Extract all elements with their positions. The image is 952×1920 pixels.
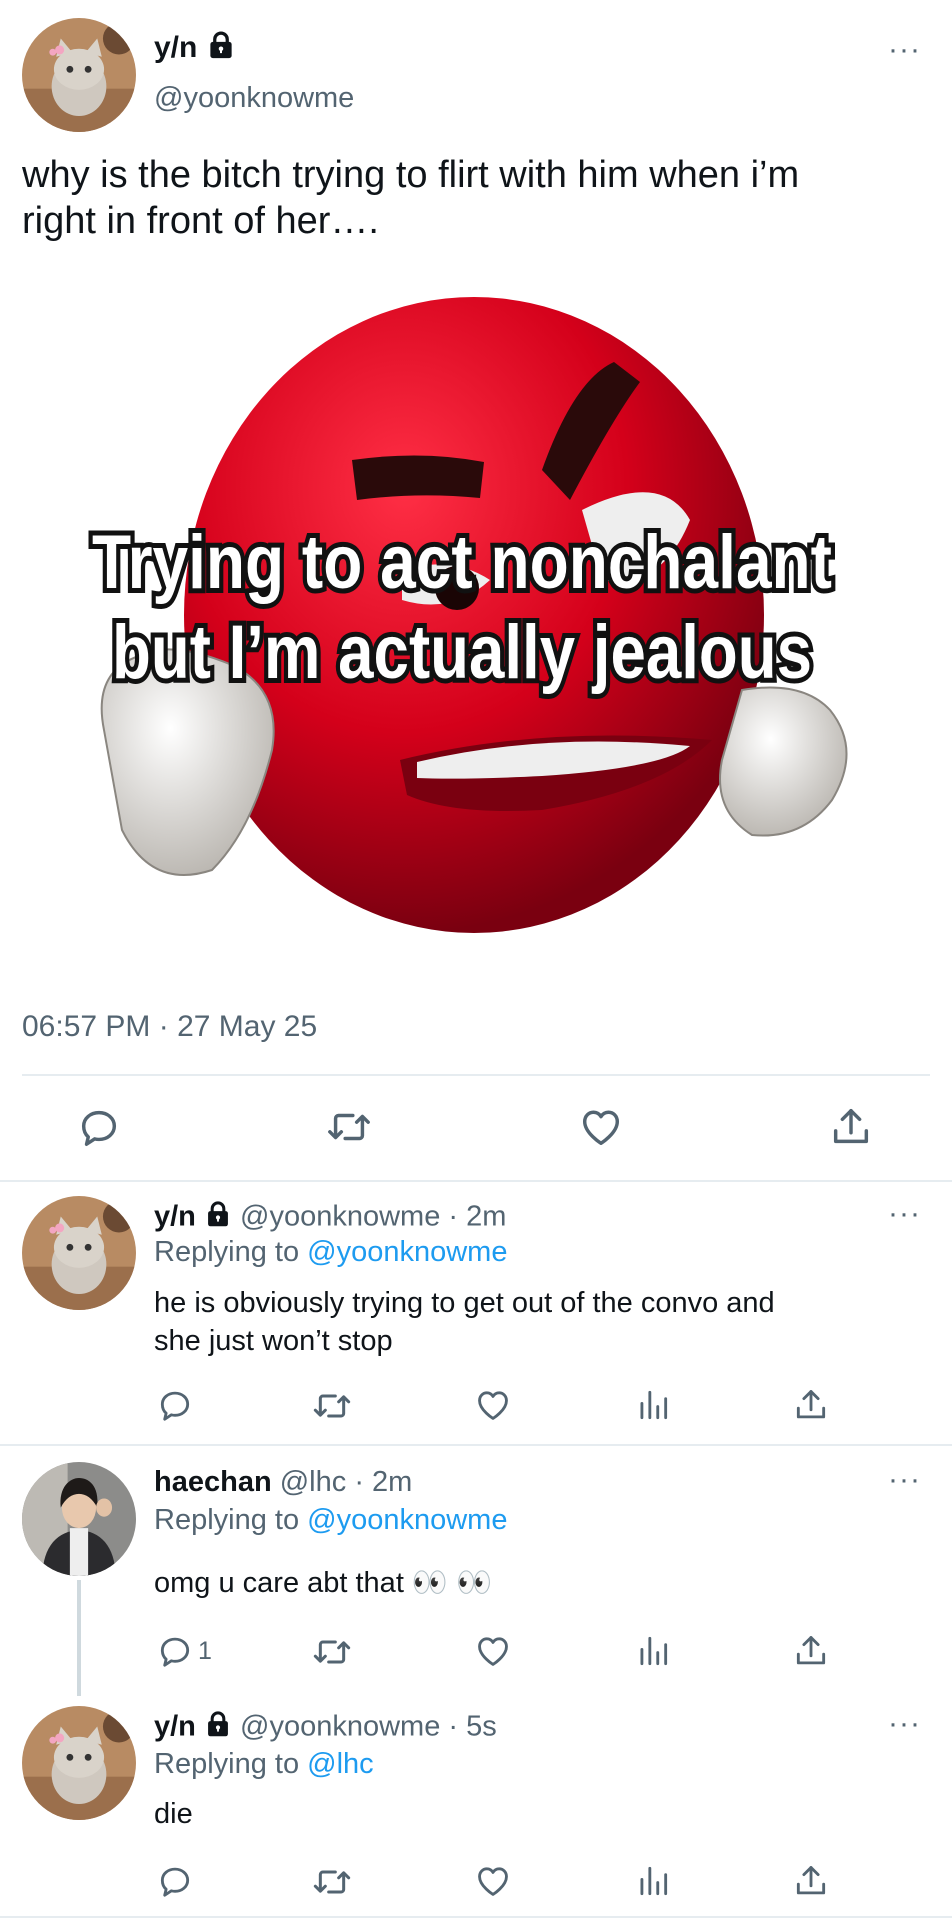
tweet-text-line: right in front of her…. (22, 200, 379, 242)
replying-prefix: Replying to (154, 1236, 308, 1268)
tweet-text-line: he is obviously trying to get out of the… (154, 1287, 775, 1319)
lock-icon (204, 1200, 232, 1236)
image-caption-line: but I’m actually jealous (112, 610, 812, 695)
display-name[interactable]: y/n (154, 31, 197, 64)
share-button[interactable] (792, 1632, 830, 1670)
replying-to: Replying to @yoonknowme (154, 1504, 507, 1537)
tweet-text-line: why is the bitch trying to flirt with hi… (22, 154, 800, 196)
mention-link[interactable]: @lhc (307, 1748, 374, 1780)
tweet-text: omg u care abt that 👀 👀 (154, 1567, 493, 1599)
lock-icon (206, 30, 236, 68)
timestamp[interactable]: 06:57 PM · 27 May 25 (22, 1010, 317, 1044)
replying-prefix: Replying to (154, 1504, 308, 1536)
replying-prefix: Replying to (154, 1748, 308, 1780)
views-button[interactable] (634, 1862, 672, 1900)
display-name[interactable]: haechan (154, 1466, 272, 1498)
handle[interactable]: @yoonknowme (240, 1711, 440, 1743)
divider (22, 1074, 930, 1076)
handle[interactable]: @lhc (280, 1466, 347, 1498)
views-icon (634, 1862, 672, 1900)
time: · 2m (354, 1466, 413, 1498)
retweet-icon (326, 1104, 372, 1150)
author-line: y/n @yoonknowme · 5s (154, 1710, 497, 1746)
replying-to: Replying to @yoonknowme (154, 1236, 507, 1269)
share-icon (792, 1862, 830, 1900)
display-name[interactable]: y/n (154, 1201, 196, 1233)
reply-button[interactable] (156, 1862, 194, 1900)
tweet-text-line: she just won’t stop (154, 1325, 393, 1357)
views-icon (634, 1632, 672, 1670)
like-icon (578, 1104, 624, 1150)
reply-icon (156, 1632, 194, 1670)
tweet-text: why is the bitch trying to flirt with hi… (22, 152, 942, 244)
retweet-icon (312, 1386, 352, 1426)
like-button[interactable] (474, 1386, 512, 1424)
like-button[interactable] (578, 1104, 624, 1150)
reply-button[interactable] (76, 1104, 122, 1150)
mention-link[interactable]: @yoonknowme (307, 1236, 507, 1268)
views-button[interactable] (634, 1386, 672, 1424)
retweet-icon (312, 1632, 352, 1672)
views-button[interactable] (634, 1632, 672, 1670)
avatar[interactable] (22, 18, 136, 132)
avatar[interactable] (22, 1706, 136, 1820)
more-icon[interactable]: ··· (888, 1199, 921, 1229)
share-icon (792, 1386, 830, 1424)
handle[interactable]: @yoonknowme (154, 82, 354, 115)
retweet-icon (312, 1862, 352, 1902)
display-name[interactable]: y/n (154, 1711, 196, 1743)
more-icon[interactable]: ··· (888, 1709, 921, 1739)
time: · 2m (448, 1200, 507, 1233)
retweet-button[interactable] (326, 1104, 372, 1150)
reply-count: 1 (198, 1636, 212, 1665)
reply-icon (156, 1386, 194, 1424)
like-button[interactable] (474, 1632, 512, 1670)
share-button[interactable] (828, 1104, 874, 1150)
like-icon (474, 1862, 512, 1900)
divider (0, 1180, 952, 1182)
divider (0, 1444, 952, 1446)
author-line: y/n @yoonknowme · 2m (154, 1200, 506, 1236)
reply-icon (156, 1862, 194, 1900)
like-icon (474, 1632, 512, 1670)
reply-icon (76, 1104, 122, 1150)
divider (0, 1916, 952, 1918)
replying-to: Replying to @lhc (154, 1748, 374, 1781)
share-icon (828, 1104, 874, 1150)
like-icon (474, 1386, 512, 1424)
tweet-text: he is obviously trying to get out of the… (154, 1284, 775, 1360)
angry-emoji-image: Trying to act nonchalant but I’m actuall… (87, 297, 848, 933)
more-icon[interactable]: ··· (888, 1465, 921, 1495)
mention-link[interactable]: @yoonknowme (307, 1504, 507, 1536)
avatar[interactable] (22, 1196, 136, 1310)
time: · 5s (448, 1710, 497, 1743)
avatar[interactable] (22, 1462, 136, 1576)
thread-line (77, 1580, 81, 1696)
share-icon (792, 1632, 830, 1670)
handle[interactable]: @yoonknowme (240, 1201, 440, 1233)
like-button[interactable] (474, 1862, 512, 1900)
views-icon (634, 1386, 672, 1424)
share-button[interactable] (792, 1862, 830, 1900)
reply-button[interactable] (156, 1386, 194, 1424)
share-button[interactable] (792, 1386, 830, 1424)
author-line: haechan @lhc · 2m (154, 1466, 412, 1499)
tweet-text: die (154, 1798, 193, 1830)
lock-icon (204, 1710, 232, 1746)
image-caption-line: Trying to act nonchalant (92, 520, 832, 605)
more-icon[interactable]: ··· (888, 35, 921, 65)
retweet-button[interactable] (312, 1386, 352, 1426)
retweet-button[interactable] (312, 1862, 352, 1902)
retweet-button[interactable] (312, 1632, 352, 1672)
reply-button[interactable]: 1 (156, 1632, 212, 1670)
author-line: y/n (154, 30, 236, 68)
tweet-image[interactable]: Trying to act nonchalant but I’m actuall… (22, 270, 930, 970)
